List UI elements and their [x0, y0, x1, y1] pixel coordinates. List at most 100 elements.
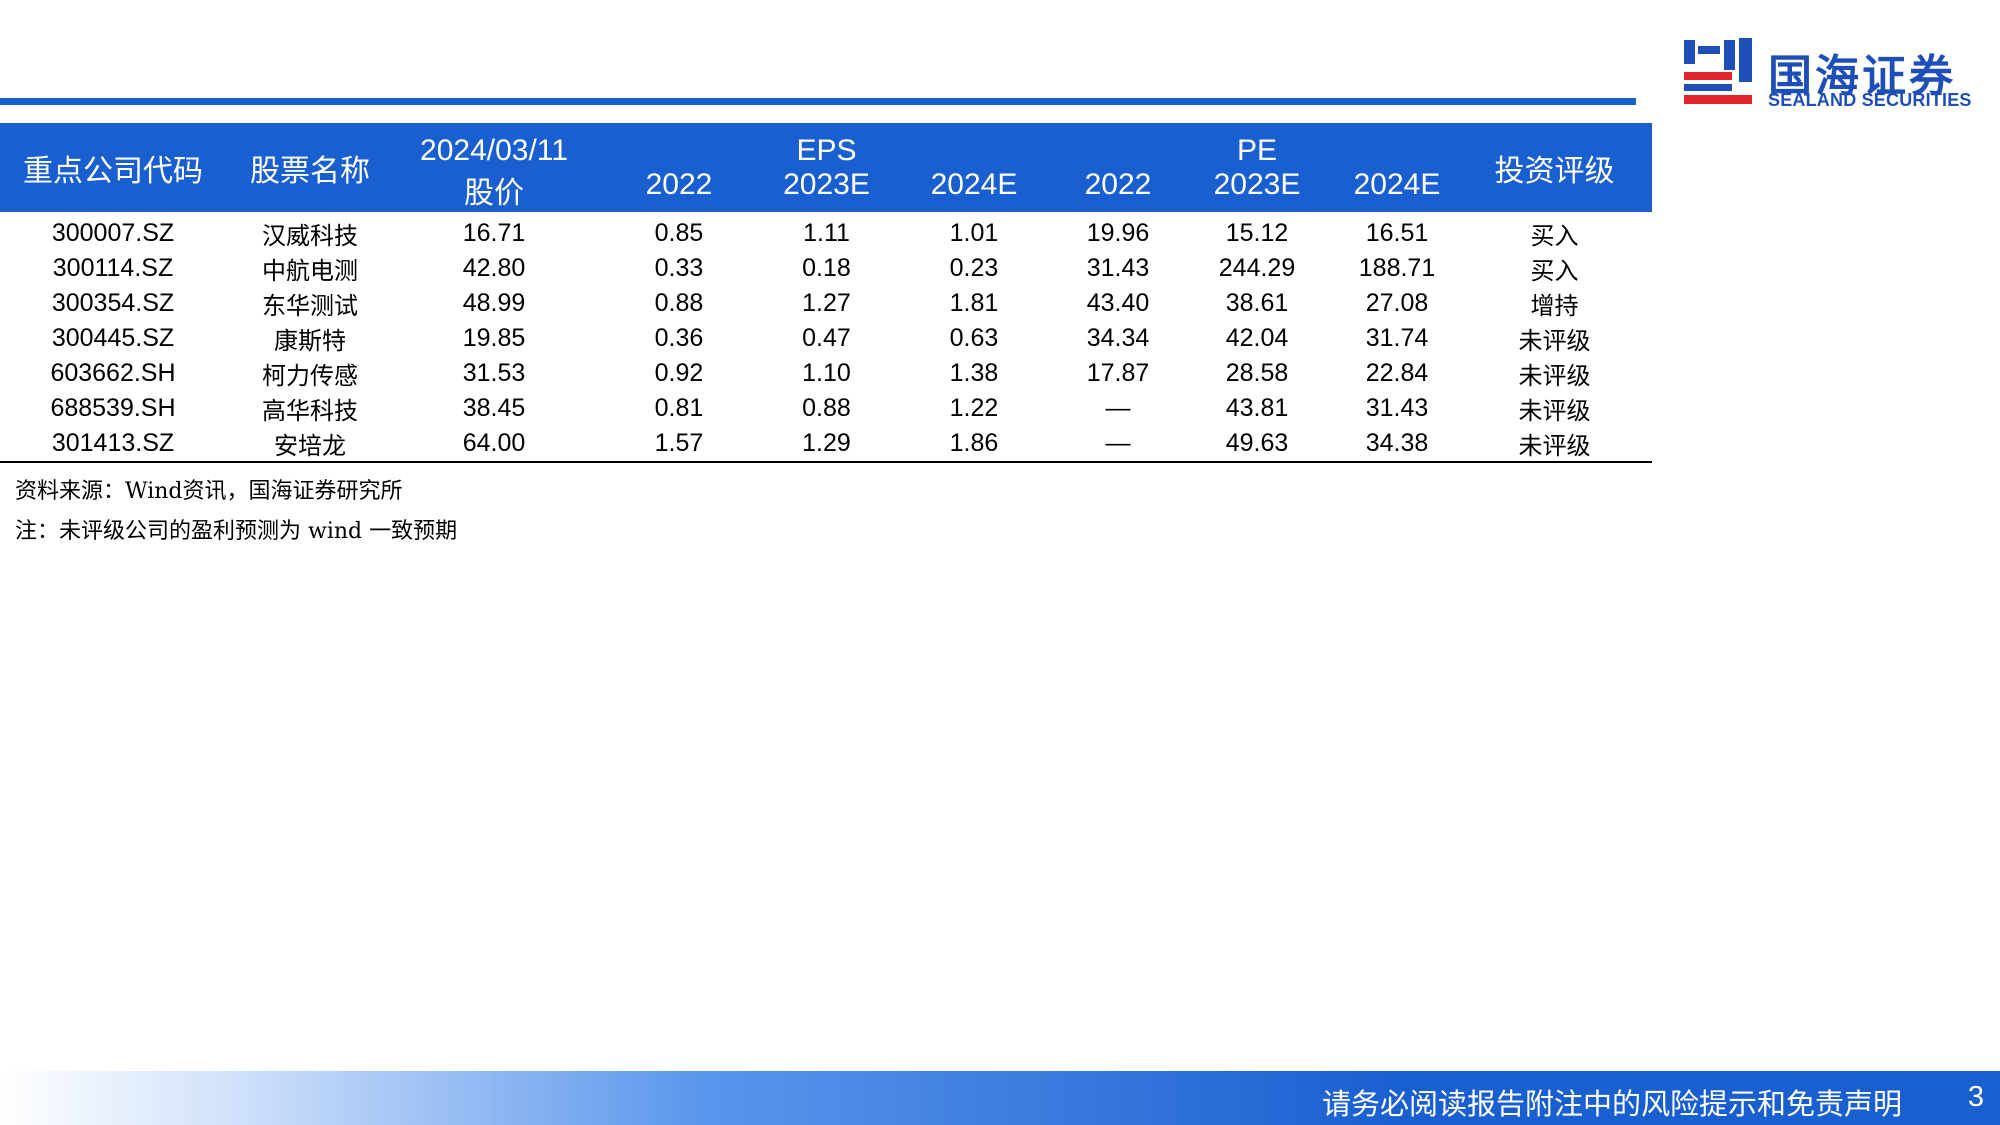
cell-pe-2023e: 42.04: [1225, 324, 1289, 352]
cell-price: 42.80: [462, 254, 526, 282]
table-row: 300354.SZ 东华测试 48.99 0.88 1.27 1.81 43.4…: [0, 286, 1652, 321]
header-price-date: 2024/03/11: [394, 123, 594, 168]
header-code: 重点公司代码: [0, 123, 226, 212]
cell-eps-2022: 0.33: [654, 254, 704, 282]
header-pe-2024e: 2024E: [1337, 168, 1457, 212]
cell-rating: 买入: [1530, 257, 1579, 285]
header-eps-2023e: 2023E: [764, 168, 889, 212]
table-row: 688539.SH 高华科技 38.45 0.81 0.88 1.22 — 43…: [0, 391, 1652, 426]
cell-eps-2023e: 1.29: [764, 426, 889, 463]
cell-pe-2022: 43.40: [1086, 289, 1150, 317]
cell-rating: 买入: [1530, 222, 1579, 250]
cell-eps-2022: 0.85: [654, 219, 704, 247]
cell-pe-2022: —: [1105, 394, 1131, 422]
header-pe: PE: [1177, 123, 1337, 168]
cell-eps-2023e: 1.11: [803, 219, 850, 247]
cell-pe-2024e: 34.38: [1337, 426, 1457, 463]
cell-code: 300354.SZ: [51, 289, 175, 317]
table-row: 300445.SZ 康斯特 19.85 0.36 0.47 0.63 34.34…: [0, 321, 1652, 356]
cell-code: 300114.SZ: [52, 254, 174, 282]
cell-pe-2024e: 31.43: [1365, 394, 1429, 422]
header-eps-2022: 2022: [594, 168, 764, 212]
table-notes: 资料来源：Wind资讯，国海证券研究所 注：未评级公司的盈利预测为 wind 一…: [15, 472, 457, 552]
cell-pe-2022: 31.43: [1086, 254, 1150, 282]
cell-pe-2024e: 16.51: [1365, 219, 1429, 247]
cell-pe-2024e: 22.84: [1365, 359, 1429, 387]
cell-rating: 增持: [1530, 292, 1579, 320]
footer-bar: 请务必阅读报告附注中的风险提示和免责声明 3: [0, 1071, 2000, 1125]
cell-eps-2023e: 1.10: [802, 359, 851, 387]
cell-pe-2023e: 38.61: [1225, 289, 1289, 317]
cell-price: 31.53: [462, 359, 526, 387]
cell-pe-2023e: 49.63: [1177, 426, 1337, 463]
cell-pe-2023e: 28.58: [1225, 359, 1289, 387]
table-row: 603662.SH 柯力传感 31.53 0.92 1.10 1.38 17.8…: [0, 356, 1652, 391]
cell-rating: 未评级: [1518, 327, 1591, 355]
cell-code: 688539.SH: [50, 394, 176, 422]
cell-eps-2024e: 0.63: [949, 324, 999, 352]
cell-pe-2023e: 15.12: [1225, 219, 1289, 247]
cell-pe-2024e: 188.71: [1358, 254, 1436, 282]
cell-price: 48.99: [462, 289, 526, 317]
header-pe-2023e: 2023E: [1177, 168, 1337, 212]
cell-name: 康斯特: [274, 327, 346, 355]
cell-code: 300445.SZ: [51, 324, 175, 352]
header-price: 股价: [394, 168, 594, 212]
cell-code: 300007.SZ: [51, 219, 175, 247]
brand-name-en: SEALAND SECURITIES: [1768, 90, 1972, 110]
cell-rating: 未评级: [1518, 362, 1591, 390]
cell-pe-2022: 17.87: [1086, 359, 1150, 387]
cell-pe-2022: —: [1059, 426, 1177, 463]
cell-eps-2022: 0.92: [654, 359, 704, 387]
cell-name: 东华测试: [262, 292, 358, 320]
cell-eps-2023e: 0.47: [802, 324, 851, 352]
cell-eps-2024e: 1.22: [949, 394, 999, 422]
cell-eps-2024e: 1.01: [949, 219, 999, 247]
table-header-row-1: 重点公司代码 股票名称 2024/03/11 EPS PE 投资评级: [0, 123, 1652, 212]
cell-price: 38.45: [462, 394, 526, 422]
top-rule: [0, 98, 1636, 105]
cell-eps-2023e: 0.88: [802, 394, 851, 422]
table-row: 300114.SZ 中航电测 42.80 0.33 0.18 0.23 31.4…: [0, 251, 1652, 286]
cell-eps-2022: 0.81: [654, 394, 704, 422]
cell-rating: 未评级: [1518, 397, 1591, 425]
page-number: 3: [1967, 1081, 1984, 1113]
cell-eps-2024e: 0.23: [949, 254, 999, 282]
header-eps: EPS: [764, 123, 889, 168]
cell-pe-2024e: 27.08: [1365, 289, 1429, 317]
cell-name: 汉威科技: [262, 222, 358, 250]
cell-name: 柯力传感: [262, 362, 358, 390]
key-companies-table: 重点公司代码 股票名称 2024/03/11 EPS PE 投资评级 股价 20…: [0, 123, 1652, 463]
cell-pe-2023e: 43.81: [1225, 394, 1289, 422]
header-pe-2022: 2022: [1059, 168, 1177, 212]
forecast-note: 注：未评级公司的盈利预测为 wind 一致预期: [15, 519, 458, 544]
header-name: 股票名称: [226, 123, 394, 212]
disclaimer-text: 请务必阅读报告附注中的风险提示和免责声明: [1321, 1087, 1902, 1121]
source-note: 资料来源：Wind资讯，国海证券研究所: [15, 479, 403, 504]
table-row: 301413.SZ 安培龙 64.00 1.57 1.29 1.86 — 49.…: [0, 426, 1652, 463]
cell-eps-2024e: 1.86: [889, 426, 1059, 463]
cell-name: 高华科技: [262, 397, 358, 425]
cell-pe-2023e: 244.29: [1218, 254, 1296, 282]
cell-price: 64.00: [394, 426, 594, 463]
cell-pe-2022: 34.34: [1086, 324, 1150, 352]
cell-name: 中航电测: [262, 257, 358, 285]
cell-code: 301413.SZ: [0, 426, 226, 463]
cell-eps-2024e: 1.81: [949, 289, 999, 317]
header-rating: 投资评级: [1457, 123, 1652, 212]
cell-rating: 未评级: [1457, 426, 1652, 463]
cell-pe-2024e: 31.74: [1365, 324, 1429, 352]
cell-eps-2024e: 1.38: [949, 359, 999, 387]
header-eps-2024e: 2024E: [889, 168, 1059, 212]
cell-name: 安培龙: [226, 426, 394, 463]
cell-eps-2022: 0.88: [654, 289, 704, 317]
cell-price: 19.85: [462, 324, 526, 352]
cell-code: 603662.SH: [50, 359, 176, 387]
table-row: 300007.SZ 汉威科技 16.71 0.85 1.11 1.01 19.9…: [0, 212, 1652, 251]
cell-eps-2023e: 1.27: [802, 289, 851, 317]
cell-eps-2023e: 0.18: [802, 254, 851, 282]
sealand-logo: 国海证券 SEALAND SECURITIES: [1682, 38, 1971, 112]
cell-eps-2022: 0.36: [654, 324, 704, 352]
cell-eps-2022: 1.57: [594, 426, 764, 463]
cell-price: 16.71: [462, 219, 526, 247]
